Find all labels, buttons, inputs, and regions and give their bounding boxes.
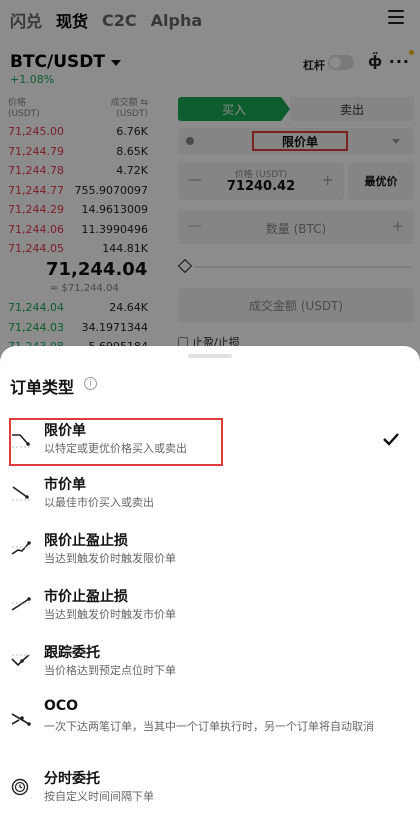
option-title: 市价单 — [44, 477, 86, 493]
stop-limit-icon — [11, 541, 31, 555]
checkmark-icon — [383, 433, 399, 446]
sheet-title: 订单类型 — [10, 378, 75, 397]
option-title: 市价止盈止损 — [44, 589, 128, 605]
selected-highlight — [9, 418, 223, 466]
oco-icon — [11, 713, 31, 726]
option-trailing-stop[interactable]: 跟踪委托 当价格达到预定点位时下单 — [0, 642, 420, 698]
trailing-stop-icon — [11, 654, 30, 667]
option-title: 限价止盈止损 — [44, 533, 128, 549]
option-desc: 当达到触发价时触发市价单 — [44, 608, 176, 621]
twap-clock-icon — [11, 778, 29, 796]
option-twap[interactable]: 分时委托 按自定义时间间隔下单 — [0, 768, 420, 815]
info-icon[interactable]: i — [84, 377, 97, 390]
option-desc: 当价格达到预定点位时下单 — [44, 664, 176, 677]
option-oco[interactable]: OCO 一次下达两笔订单，当其中一个订单执行时，另一个订单将自动取消 — [0, 698, 420, 760]
sheet-grabber[interactable] — [188, 354, 232, 358]
option-title: 分时委托 — [44, 771, 100, 787]
stop-market-icon — [11, 597, 31, 611]
option-title: OCO — [44, 698, 79, 714]
option-desc: 以最佳市价买入或卖出 — [44, 496, 154, 509]
option-desc: 一次下达两笔订单，当其中一个订单执行时，另一个订单将自动取消 — [44, 720, 374, 733]
option-desc: 当达到触发价时触发限价单 — [44, 552, 176, 565]
option-stop-market[interactable]: 市价止盈止损 当达到触发价时触发市价单 — [0, 586, 420, 642]
option-market-order[interactable]: 市价单 以最佳市价买入或卖出 — [0, 474, 420, 530]
market-order-icon — [12, 486, 30, 501]
option-stop-limit[interactable]: 限价止盈止损 当达到触发价时触发限价单 — [0, 530, 420, 586]
option-desc: 按自定义时间间隔下单 — [44, 790, 154, 803]
option-title: 跟踪委托 — [44, 645, 100, 661]
